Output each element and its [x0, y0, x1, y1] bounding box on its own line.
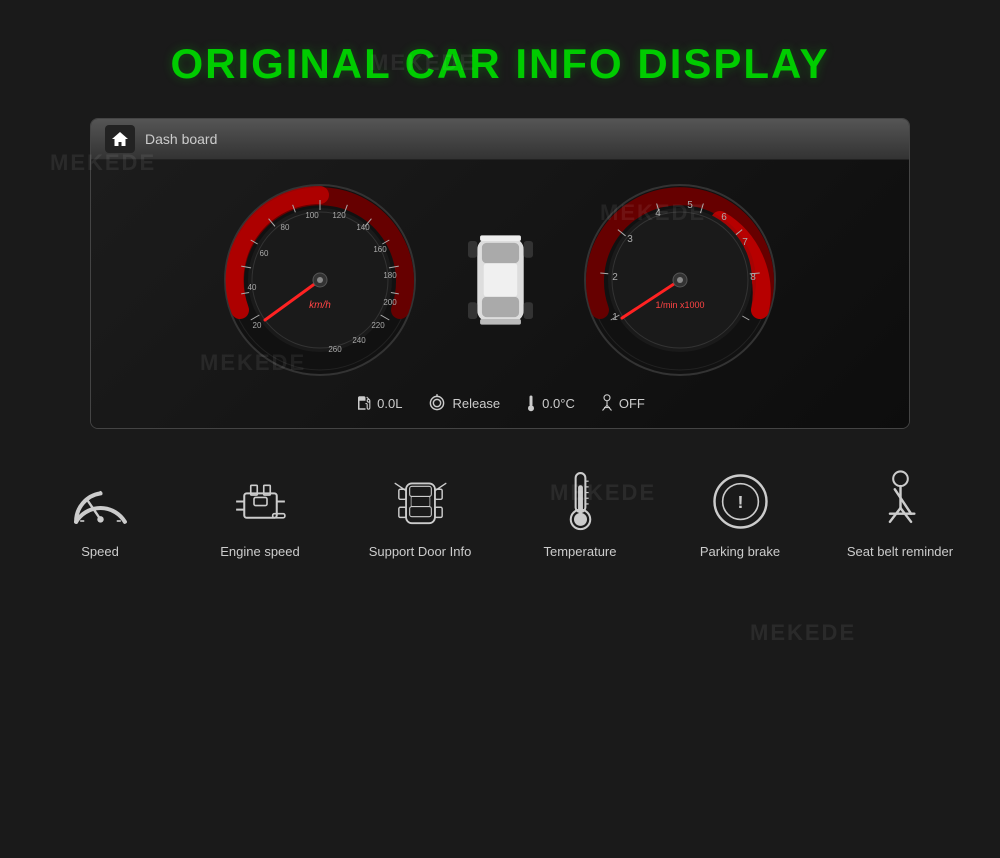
door-info-label: Support Door Info	[369, 544, 472, 561]
engine-speed-label: Engine speed	[220, 544, 300, 561]
seatbelt-value: OFF	[619, 396, 645, 411]
car-top-view	[450, 215, 550, 345]
status-bar: 0.0L Release 0.0°C	[355, 394, 645, 412]
home-icon	[105, 125, 135, 153]
fuel-value: 0.0L	[377, 396, 402, 411]
svg-text:1/min x1000: 1/min x1000	[655, 300, 704, 310]
temp-status: 0.0°C	[524, 394, 575, 412]
temp-value: 0.0°C	[542, 396, 575, 411]
temperature-label: Temperature	[544, 544, 617, 561]
svg-text:80: 80	[281, 223, 290, 232]
gauges-row: 20 40 60 80 100 120 140 1	[101, 180, 899, 380]
feature-seatbelt: Seat belt reminder	[845, 469, 955, 561]
feature-parking-brake: ! Parking brake	[685, 469, 795, 561]
speed-label: Speed	[81, 544, 119, 561]
page-title-section: ORIGINAL CAR INFO DISPLAY	[0, 0, 1000, 118]
watermark-5: MEKEDE	[750, 620, 856, 646]
svg-text:40: 40	[248, 283, 257, 292]
svg-text:220: 220	[371, 321, 385, 330]
dash-header: Dash board	[91, 119, 909, 160]
dashboard-container: Dash board	[90, 118, 910, 429]
feature-temperature: Temperature	[525, 469, 635, 561]
svg-text:200: 200	[383, 298, 397, 307]
dash-body: 20 40 60 80 100 120 140 1	[91, 160, 909, 428]
svg-text:120: 120	[332, 211, 346, 220]
rpm-gauge: 1 2 3 4 5 6 7 8	[580, 180, 780, 380]
page-title: ORIGINAL CAR INFO DISPLAY	[0, 40, 1000, 88]
svg-text:140: 140	[356, 223, 370, 232]
parking-brake-label: Parking brake	[700, 544, 780, 561]
svg-text:60: 60	[260, 249, 269, 258]
fuel-status: 0.0L	[355, 394, 402, 412]
svg-text:2: 2	[612, 272, 618, 283]
svg-text:260: 260	[328, 345, 342, 354]
svg-text:6: 6	[721, 212, 727, 223]
svg-text:20: 20	[253, 321, 262, 330]
feature-speed: Speed	[45, 469, 155, 561]
svg-text:3: 3	[627, 234, 633, 245]
svg-text:180: 180	[383, 271, 397, 280]
feature-engine-speed: Engine speed	[205, 469, 315, 561]
feature-icons-section: Speed Engine speed	[0, 469, 1000, 561]
speedometer-gauge: 20 40 60 80 100 120 140 1	[220, 180, 420, 380]
feature-door-info: Support Door Info	[365, 469, 475, 561]
svg-text:!: !	[737, 492, 743, 512]
svg-text:240: 240	[352, 336, 366, 345]
svg-text:5: 5	[687, 200, 693, 211]
seatbelt-status: OFF	[599, 394, 645, 412]
handbrake-value: Release	[452, 396, 500, 411]
svg-text:160: 160	[373, 245, 387, 254]
handbrake-status: Release	[426, 394, 500, 412]
svg-text:km/h: km/h	[309, 300, 331, 311]
svg-text:7: 7	[742, 237, 748, 248]
dash-header-label: Dash board	[145, 131, 217, 147]
svg-text:100: 100	[305, 211, 319, 220]
seatbelt-reminder-label: Seat belt reminder	[847, 544, 953, 561]
